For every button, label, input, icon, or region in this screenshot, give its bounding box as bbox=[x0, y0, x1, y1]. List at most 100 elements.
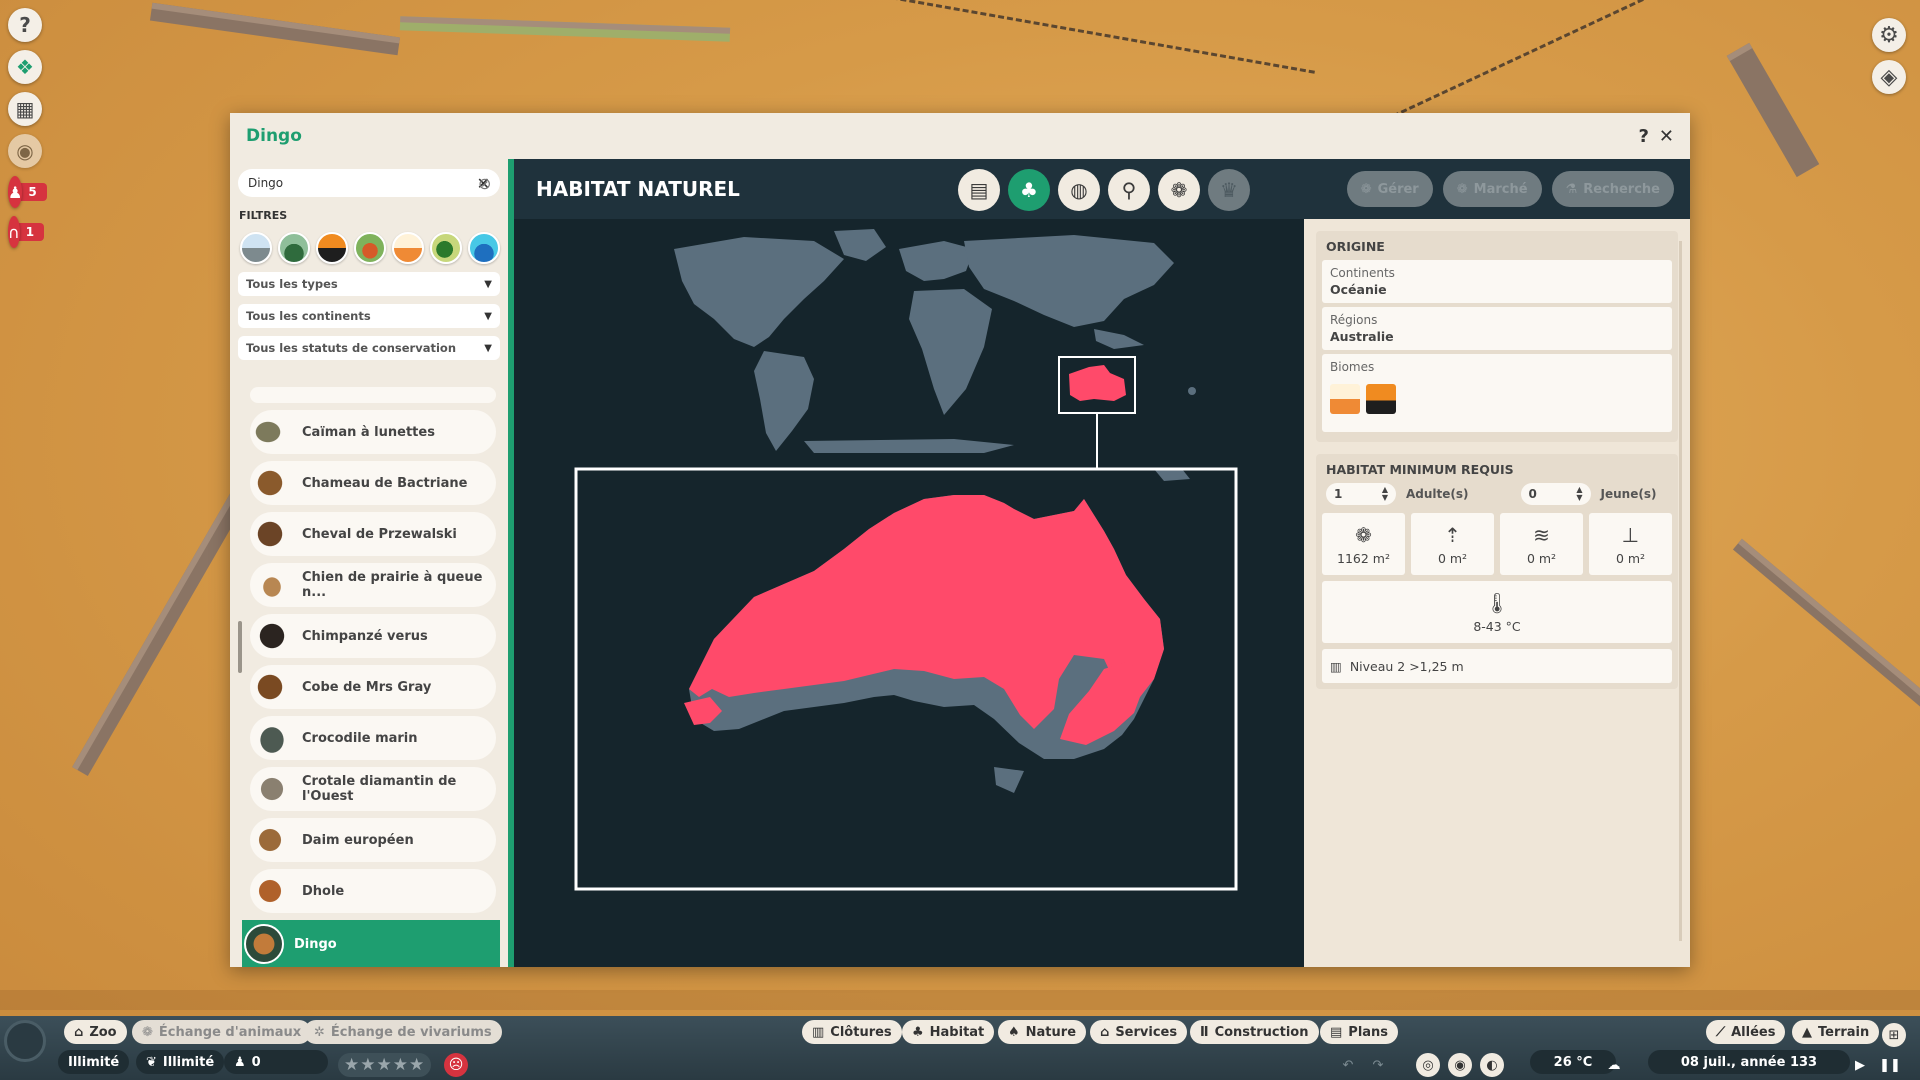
nature-button[interactable]: ♠ Nature bbox=[998, 1020, 1087, 1044]
chevron-down-icon: ▼ bbox=[484, 278, 492, 290]
list-item-selected[interactable]: Dingo bbox=[242, 920, 500, 967]
market-button[interactable]: ❁ Marché bbox=[1442, 171, 1542, 207]
fences-label: Clôtures bbox=[830, 1024, 892, 1040]
taiga-biome-icon[interactable] bbox=[354, 232, 386, 264]
habitat-icon[interactable]: ♣ bbox=[1008, 169, 1050, 211]
list-scrollbar[interactable] bbox=[238, 621, 242, 673]
nature-label: Nature bbox=[1025, 1024, 1077, 1040]
list-item[interactable]: Crocodile marin bbox=[250, 716, 496, 760]
panel-header: HABITAT NATUREL ▤ ♣ ◍ ⚲ ❁ ♛ ❁ Gérer ❁ Marc… bbox=[514, 159, 1690, 219]
toolbar-row-build: ⌂ Zoo ❁ Échange d'animaux ✲ Échange de viva… bbox=[0, 1020, 1920, 1048]
grid-toggle-icon[interactable]: ⊞ bbox=[1882, 1023, 1906, 1047]
pause-icon[interactable]: ❚❚ bbox=[1878, 1053, 1902, 1077]
drop-icon[interactable]: ◍ bbox=[1058, 169, 1100, 211]
help-icon[interactable]: ? bbox=[8, 8, 42, 42]
research-points-display[interactable]: ❦ Illimité bbox=[136, 1050, 225, 1074]
habitat-panel: HABITAT NATUREL ▤ ♣ ◍ ⚲ ❁ ♛ ❁ Gérer ❁ Marc… bbox=[514, 159, 1690, 967]
list-item[interactable]: Dhole bbox=[250, 869, 496, 913]
close-button[interactable]: ✕ bbox=[1659, 126, 1674, 147]
money-value: Illimité bbox=[68, 1054, 120, 1070]
bottom-toolbar: ⌂ Zoo ❁ Échange d'animaux ✲ Échange de viva… bbox=[0, 1016, 1920, 1080]
fence-icon: ▥ bbox=[812, 1024, 825, 1040]
land-area-stat: ❁ 1162 m² bbox=[1322, 513, 1405, 575]
undo-icon[interactable]: ↶ bbox=[1336, 1053, 1360, 1077]
list-item[interactable]: Caïman à lunettes bbox=[250, 410, 496, 454]
list-item-label: Chien de prairie à queue n... bbox=[302, 570, 483, 600]
money-display[interactable]: Illimité bbox=[58, 1050, 130, 1074]
blueprints-button[interactable]: ▤ Plans bbox=[1320, 1020, 1399, 1044]
zoo-button[interactable]: ⌂ Zoo bbox=[64, 1020, 127, 1044]
zoo-rating[interactable]: ★★★★★ bbox=[338, 1053, 432, 1077]
settings-gear-icon[interactable]: ⚙ bbox=[1872, 18, 1906, 52]
play-speed-icon[interactable]: ▶ bbox=[1848, 1053, 1872, 1077]
camera-icon[interactable]: ◎ bbox=[1416, 1053, 1440, 1077]
list-item[interactable]: Cobe de Mrs Gray bbox=[250, 665, 496, 709]
search-input[interactable] bbox=[248, 176, 477, 190]
list-item[interactable]: Cheval de Przewalski bbox=[250, 512, 496, 556]
list-item[interactable]: Chimpanzé verus bbox=[250, 614, 496, 658]
eye-icon[interactable]: ◉ bbox=[8, 134, 42, 168]
animal-list-sidebar: ✕ ⊘ FILTRES Tous les types ▼ Tous les co… bbox=[230, 159, 508, 967]
list-item[interactable] bbox=[250, 387, 496, 403]
person-alert-icon: ♟ bbox=[8, 176, 23, 208]
zoopedia-icon[interactable]: ❖ bbox=[8, 50, 42, 84]
fence-wall bbox=[1732, 538, 1920, 756]
path-icon: ⟋ bbox=[1716, 1024, 1726, 1040]
continent-dropdown[interactable]: Tous les continents ▼ bbox=[238, 304, 500, 328]
habitat-button[interactable]: ♣ Habitat bbox=[902, 1020, 995, 1044]
type-dropdown[interactable]: Tous les types ▼ bbox=[238, 272, 500, 296]
animal-exchange-button[interactable]: ❁ Échange d'animaux bbox=[132, 1020, 312, 1044]
savannah-biome-icon[interactable] bbox=[316, 232, 348, 264]
north-america bbox=[674, 237, 844, 347]
research-points-value: Illimité bbox=[162, 1054, 215, 1070]
reset-filter-icon[interactable]: ⊘ bbox=[478, 174, 491, 193]
guests-display[interactable]: ♟ 0 bbox=[224, 1050, 328, 1074]
guest-alert[interactable]: ♟ 5 bbox=[8, 176, 47, 208]
adults-stepper[interactable]: 1 ▲ ▼ bbox=[1326, 483, 1396, 505]
terrain-button[interactable]: ▲ Terrain bbox=[1792, 1020, 1880, 1044]
desert-biome-icon[interactable] bbox=[392, 232, 424, 264]
search-box[interactable]: ✕ bbox=[238, 169, 500, 197]
enrichment-icon[interactable]: ⚲ bbox=[1108, 169, 1150, 211]
market-button-label: Marché bbox=[1473, 181, 1528, 197]
camera-mode-icon[interactable]: ◈ bbox=[1872, 60, 1906, 94]
animal-list[interactable]: Caïman à lunettes Chameau de Bactriane C… bbox=[238, 387, 500, 967]
paths-button[interactable]: ⟋ Allées bbox=[1706, 1020, 1786, 1044]
manage-button[interactable]: ❁ Gérer bbox=[1346, 171, 1433, 207]
young-stepper[interactable]: 0 ▲ ▼ bbox=[1520, 483, 1591, 505]
fences-button[interactable]: ▥ Clôtures bbox=[802, 1020, 902, 1044]
vivarium-exchange-button[interactable]: ✲ Échange de vivariums bbox=[304, 1020, 502, 1044]
list-item[interactable]: Chien de prairie à queue n... bbox=[250, 563, 496, 607]
clipboard-icon[interactable]: ▤ bbox=[958, 169, 1000, 211]
water-area-value: 0 m² bbox=[1526, 550, 1557, 566]
overlay-icon[interactable]: ◐ bbox=[1480, 1053, 1504, 1077]
facility-alert[interactable]: ∩ 1 bbox=[8, 216, 45, 248]
info-scrollbar[interactable] bbox=[1679, 241, 1682, 941]
help-button[interactable]: ? bbox=[1638, 126, 1648, 147]
water-area-stat: ≋ 0 m² bbox=[1500, 513, 1583, 575]
stepper-arrows-icon[interactable]: ▲ ▼ bbox=[1382, 486, 1388, 502]
guest-mood-icon[interactable]: ☹ bbox=[444, 1053, 468, 1077]
aquatic-biome-icon[interactable] bbox=[468, 232, 500, 264]
regions-row: Régions Australie bbox=[1322, 307, 1672, 350]
services-button[interactable]: ⌂ Services bbox=[1090, 1020, 1188, 1044]
construction-button[interactable]: Ⅱ Construction bbox=[1190, 1020, 1319, 1044]
conservation-dropdown-value: Tous les statuts de conservation bbox=[246, 341, 457, 355]
redo-icon[interactable]: ↷ bbox=[1366, 1053, 1390, 1077]
list-item[interactable]: Daim européen bbox=[250, 818, 496, 862]
paw-icon[interactable]: ❁ bbox=[1158, 169, 1200, 211]
tropical-biome-icon[interactable] bbox=[430, 232, 462, 264]
panel-title: HABITAT NATUREL bbox=[536, 177, 740, 201]
calendar-icon[interactable]: ▦ bbox=[8, 92, 42, 126]
photo-mode-icon[interactable]: ◉ bbox=[1448, 1053, 1472, 1077]
tundra-biome-icon[interactable] bbox=[240, 232, 272, 264]
temperate-biome-icon[interactable] bbox=[278, 232, 310, 264]
list-item[interactable]: Chameau de Bactriane bbox=[250, 461, 496, 505]
stepper-arrows-icon[interactable]: ▲ ▼ bbox=[1576, 486, 1582, 502]
group-size-row: 1 ▲ ▼ Adulte(s) 0 ▲ ▼ Jeune(s) bbox=[1326, 483, 1672, 505]
conservation-dropdown[interactable]: Tous les statuts de conservation ▼ bbox=[238, 336, 500, 360]
research-button[interactable]: ⚗ Recherche bbox=[1551, 171, 1674, 207]
trophy-icon[interactable]: ♛ bbox=[1208, 169, 1250, 211]
crocodile-thumbnail-icon bbox=[252, 718, 292, 758]
list-item[interactable]: Crotale diamantin de l'Ouest bbox=[250, 767, 496, 811]
